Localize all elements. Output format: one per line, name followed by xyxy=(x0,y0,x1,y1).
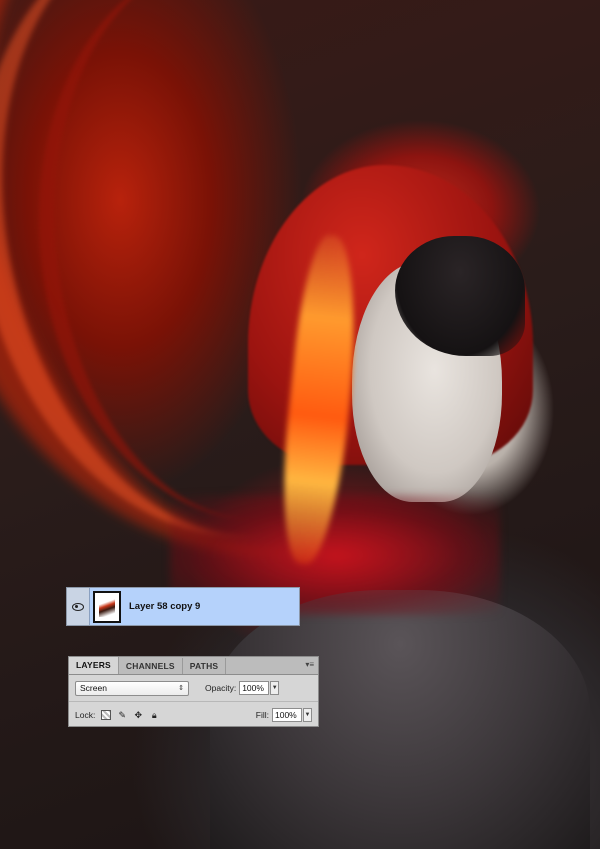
blend-mode-select[interactable]: Screen ⇕ xyxy=(75,680,189,696)
opacity-label: Opacity: xyxy=(205,683,237,693)
eye-icon[interactable] xyxy=(72,602,84,611)
blend-mode-value: Screen xyxy=(80,683,107,693)
layer-thumbnail[interactable] xyxy=(93,590,121,623)
thumbnail-image xyxy=(99,596,115,617)
lock-icons: ✎ ✥ 🔒︎ xyxy=(101,710,159,720)
opacity-dropdown-icon[interactable]: ▼ xyxy=(270,681,280,695)
lock-label: Lock: xyxy=(75,710,96,720)
lock-position-icon[interactable]: ✥ xyxy=(133,710,143,720)
tab-channels[interactable]: CHANNELS xyxy=(119,658,183,674)
layer-row[interactable]: Layer 58 copy 9 xyxy=(66,587,300,626)
layers-panel: LAYERS CHANNELS PATHS ▾≡ Screen ⇕ Opacit… xyxy=(68,656,319,727)
panel-menu-icon[interactable]: ▾≡ xyxy=(305,660,314,669)
tab-paths[interactable]: PATHS xyxy=(183,658,227,674)
layer-visibility-toggle[interactable] xyxy=(67,588,90,625)
updown-icon: ⇕ xyxy=(178,685,184,692)
fill-label: Fill: xyxy=(255,710,269,720)
lock-all-icon[interactable]: 🔒︎ xyxy=(149,710,159,720)
layer-name[interactable]: Layer 58 copy 9 xyxy=(129,601,200,612)
fill-field[interactable]: 100% xyxy=(272,708,302,722)
opacity-field[interactable]: 100% xyxy=(239,681,270,695)
tab-layers[interactable]: LAYERS xyxy=(69,657,119,674)
artwork-canvas: Layer 58 copy 9 LAYERS CHANNELS PATHS ▾≡… xyxy=(0,0,600,849)
panel-tabs: LAYERS CHANNELS PATHS ▾≡ xyxy=(69,657,318,675)
blend-row: Screen ⇕ Opacity: 100% ▼ xyxy=(69,675,318,701)
lock-transparent-icon[interactable] xyxy=(101,710,112,720)
lock-row: Lock: ✎ ✥ 🔒︎ Fill: 100% ▼ xyxy=(69,701,318,728)
lock-image-icon[interactable]: ✎ xyxy=(117,710,127,720)
fill-dropdown-icon[interactable]: ▼ xyxy=(303,708,312,722)
